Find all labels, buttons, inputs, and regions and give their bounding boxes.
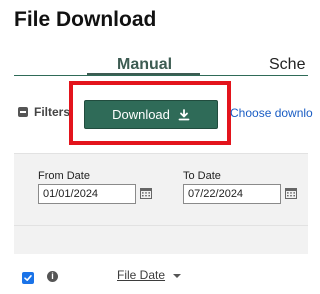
check-icon: [24, 275, 32, 281]
calendar-icon[interactable]: [285, 187, 297, 199]
choose-download-link[interactable]: Choose downlo: [230, 106, 313, 120]
page-title: File Download: [14, 8, 157, 31]
filters-toggle[interactable]: Filters :: [18, 105, 74, 119]
download-icon: [178, 108, 190, 120]
select-all-checkbox[interactable]: [22, 272, 34, 284]
to-date-label: To Date: [183, 170, 221, 182]
panel-divider: [14, 225, 308, 226]
tab-scheduled[interactable]: Sche: [269, 56, 305, 74]
from-date-input[interactable]: [38, 184, 136, 204]
tab-divider: [14, 75, 308, 76]
minus-icon[interactable]: [18, 107, 28, 117]
from-date-label: From Date: [38, 170, 90, 182]
tab-manual[interactable]: Manual: [117, 56, 172, 74]
caret-down-icon[interactable]: [173, 274, 181, 278]
download-button-label: Download: [112, 107, 170, 122]
to-date-input[interactable]: [183, 184, 281, 204]
calendar-icon[interactable]: [140, 187, 152, 199]
download-button[interactable]: Download: [84, 100, 218, 129]
info-icon[interactable]: i: [47, 271, 58, 282]
filters-label: Filters: [34, 105, 71, 119]
file-date-column-header[interactable]: File Date: [117, 268, 165, 282]
